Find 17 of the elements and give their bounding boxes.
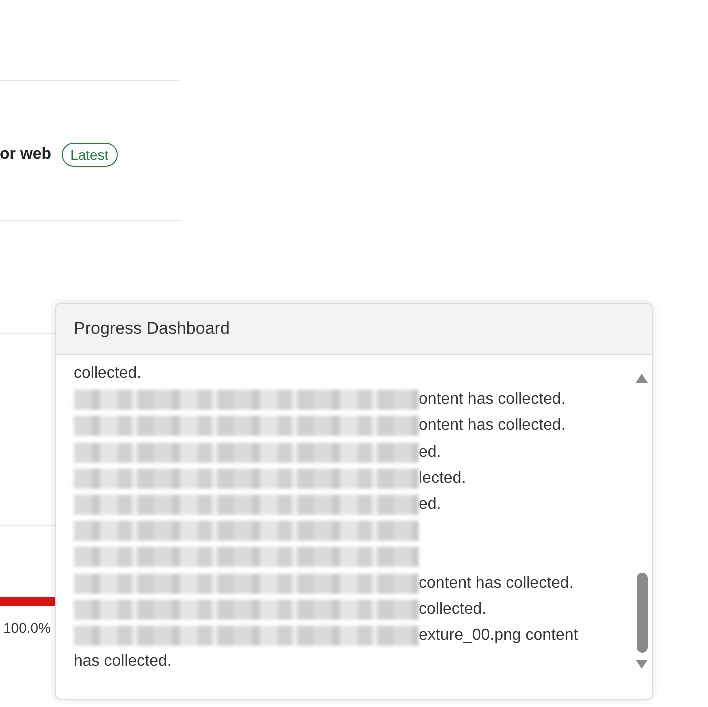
- dashboard-title: Progress Dashboard: [74, 318, 230, 340]
- log-text: ed.: [419, 442, 442, 463]
- log-text: content has collected.: [419, 574, 574, 594]
- log-text: ontent has collected.: [419, 390, 566, 410]
- scroll-up-arrow-icon[interactable]: [636, 374, 648, 383]
- scrollbar-thumb[interactable]: [636, 573, 648, 653]
- log-text: collected.: [74, 364, 142, 384]
- log-text: collected.: [419, 600, 487, 620]
- log-text: exture_00.png content: [419, 626, 578, 646]
- latest-badge: Latest: [62, 142, 118, 166]
- scroll-down-arrow-icon[interactable]: [636, 660, 648, 669]
- log-text: has collected.: [74, 652, 172, 672]
- log-text: lected.: [419, 468, 466, 489]
- log-text: ed.: [419, 495, 442, 516]
- log-text: ontent has collected.: [419, 416, 566, 436]
- release-title: or web: [0, 144, 52, 164]
- progress-percent: 100.0%: [2, 619, 52, 637]
